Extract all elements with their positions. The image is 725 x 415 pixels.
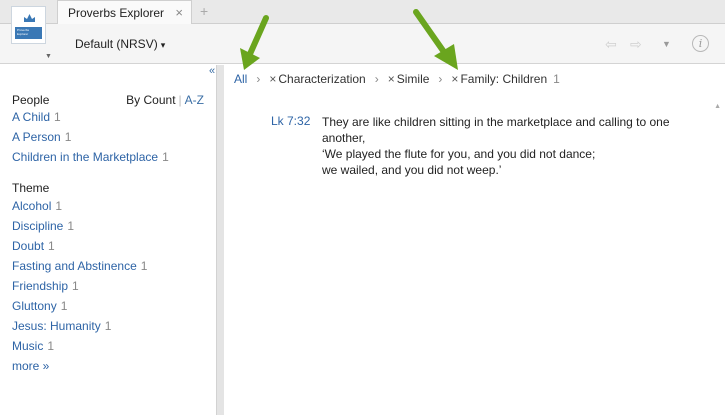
sort-a-z[interactable]: A-Z: [185, 93, 204, 107]
breadcrumb-filter: Characterization: [278, 72, 366, 86]
more-themes-link[interactable]: more »: [12, 359, 49, 373]
facet-count: 1: [47, 339, 55, 353]
people-heading: People: [12, 93, 50, 107]
crown-icon: [24, 14, 35, 22]
facet-item: Fasting and Abstinence 1: [12, 259, 147, 273]
facet-link[interactable]: Discipline: [12, 219, 63, 233]
collapse-sidebar-icon[interactable]: «: [209, 65, 215, 77]
remove-filter-icon[interactable]: ×: [269, 72, 276, 86]
facet-count: 1: [64, 130, 72, 144]
verse-line: They are like children sitting in the ma…: [322, 115, 670, 129]
sort-options: By Count | A-Z: [126, 93, 204, 107]
app-icon-label: Proverbs Explorer: [15, 27, 42, 39]
facet-link[interactable]: A Child: [12, 110, 50, 124]
theme-heading: Theme: [12, 181, 50, 195]
facet-link[interactable]: Alcohol: [12, 199, 51, 213]
chevron-down-icon: ▾: [160, 40, 166, 50]
toolbar: Proverbs Explorer ▼ Default (NRSV) ▾ ⇦ ⇨ …: [0, 6, 725, 64]
facet-count: 1: [60, 299, 68, 313]
facet-link[interactable]: Friendship: [12, 279, 68, 293]
breadcrumb: All › × Characterization › × Simile › × Family: C…: [234, 72, 560, 86]
facet-link[interactable]: A Person: [12, 130, 61, 144]
new-tab-icon[interactable]: +: [200, 3, 208, 19]
verse-line: ‘We played the flute for you, and you di…: [322, 147, 596, 161]
facet-link[interactable]: Children in the Marketplace: [12, 150, 158, 164]
facet-item: Gluttony 1: [12, 299, 67, 313]
facet-count: 1: [72, 279, 79, 293]
facet-item: Discipline 1: [12, 219, 74, 233]
app-icon[interactable]: Proverbs Explorer: [11, 6, 46, 44]
facet-item: Jesus: Humanity 1: [12, 319, 111, 333]
facet-count: 1: [104, 319, 112, 333]
facet-count: 1: [162, 150, 169, 164]
facet-item: A Person 1: [12, 130, 71, 144]
main-panel: All › × Characterization › × Simile › × Family: C…: [224, 65, 725, 415]
close-icon[interactable]: ×: [175, 5, 183, 20]
facet-link[interactable]: Jesus: Humanity: [12, 319, 101, 333]
verse-line: we wailed, and you did not weep.’: [322, 163, 502, 177]
facet-count: 1: [48, 239, 55, 253]
sort-separator: |: [178, 93, 182, 107]
sidebar-splitter[interactable]: [216, 65, 224, 415]
remove-filter-icon[interactable]: ×: [388, 72, 395, 86]
breadcrumb-separator: ›: [256, 72, 261, 86]
facet-item: Doubt 1: [12, 239, 55, 253]
facet-item: A Child 1: [12, 110, 61, 124]
facet-item: Friendship 1: [12, 279, 79, 293]
history-dropdown-icon[interactable]: ▼: [662, 39, 671, 49]
annotation-arrow-icon: [240, 15, 269, 70]
facet-link[interactable]: Gluttony: [12, 299, 57, 313]
sidebar: « People By Count | A-Z A Child 1 A Person 1…: [0, 65, 216, 415]
forward-arrow-icon[interactable]: ⇨: [630, 36, 642, 53]
facet-count: 1: [140, 259, 148, 273]
version-dropdown[interactable]: Default (NRSV) ▾: [75, 37, 165, 51]
facet-link[interactable]: Fasting and Abstinence: [12, 259, 137, 273]
facet-link[interactable]: Music: [12, 339, 43, 353]
breadcrumb-all[interactable]: All: [234, 72, 247, 86]
breadcrumb-filter: Family: Children: [460, 72, 548, 86]
facet-count: 1: [67, 219, 75, 233]
back-arrow-icon[interactable]: ⇦: [605, 36, 617, 53]
app-menu-caret-icon[interactable]: ▼: [45, 53, 52, 60]
verse-line: another,: [322, 131, 366, 145]
breadcrumb-count: 1: [553, 72, 560, 86]
tab-bar: Proverbs Explorer × +: [0, 0, 725, 25]
sort-by-count[interactable]: By Count: [126, 93, 175, 107]
version-label: Default (NRSV): [75, 37, 158, 51]
facet-count: 1: [54, 110, 61, 124]
facet-count: 1: [55, 199, 63, 213]
breadcrumb-filter: Simile: [396, 72, 430, 86]
facet-item: Music 1: [12, 339, 54, 353]
facet-item: Alcohol 1: [12, 199, 62, 213]
tab-title: Proverbs Explorer: [68, 6, 165, 20]
breadcrumb-separator: ›: [438, 72, 443, 86]
info-icon[interactable]: i: [692, 35, 709, 52]
verse-reference-link[interactable]: Lk 7:32: [271, 114, 310, 128]
facet-item: Children in the Marketplace 1: [12, 150, 169, 164]
facet-link[interactable]: Doubt: [12, 239, 44, 253]
verse-text: They are like children sitting in the ma…: [322, 114, 694, 178]
tab-proverbs-explorer[interactable]: Proverbs Explorer ×: [57, 0, 192, 25]
breadcrumb-separator: ›: [374, 72, 379, 86]
scroll-up-icon[interactable]: ▲: [714, 103, 721, 110]
annotation-arrow-icon: [413, 9, 458, 70]
remove-filter-icon[interactable]: ×: [451, 72, 458, 86]
